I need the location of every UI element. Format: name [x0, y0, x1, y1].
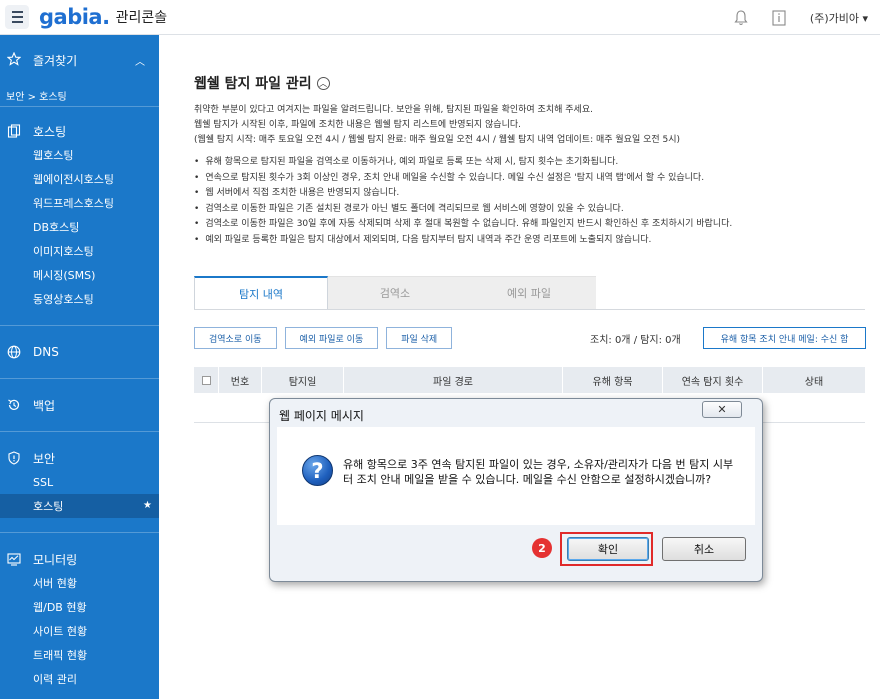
- dialog-message: 유해 항목으로 3주 연속 탐지된 파일이 있는 경우, 소유자/관리자가 다음…: [343, 458, 734, 486]
- sidebar-section-monitoring[interactable]: 모니터링: [0, 547, 159, 571]
- globe-icon: [7, 345, 21, 359]
- sidebar-item-security-hosting[interactable]: 호스팅 ★: [0, 494, 159, 518]
- description-line: (웹쉘 탐지 시작: 매주 토요일 오전 4시 / 웹쉘 탐지 완료: 매주 월…: [194, 135, 681, 145]
- description: 취약한 부분이 있다고 여겨지는 파일을 알려드립니다. 보안을 위해, 탐지된…: [194, 103, 680, 148]
- dialog-footer: 2 확인 취소: [277, 525, 755, 575]
- sidebar-section-security[interactable]: 보안: [0, 446, 159, 470]
- sidebar-section-hosting[interactable]: 호스팅: [0, 119, 159, 143]
- tab-detection-history[interactable]: 탐지 내역: [194, 276, 328, 309]
- sidebar-section-dns[interactable]: DNS: [0, 340, 159, 364]
- sidebar-item-server-status[interactable]: 서버 현황: [0, 571, 159, 595]
- dialog-body: ? 유해 항목으로 3주 연속 탐지된 파일이 있는 경우, 소유자/관리자가 …: [277, 427, 755, 525]
- main-content: 웹쉘 탐지 파일 관리 ︿ 취약한 부분이 있다고 여겨지는 파일을 알려드립니…: [159, 35, 880, 699]
- page-title: 웹쉘 탐지 파일 관리 ︿: [194, 73, 330, 93]
- column-header: 탐지일: [262, 367, 344, 393]
- notice-item: 유해 항목으로 탐지된 파일을 검역소로 이동하거나, 예외 파일로 등록 또는…: [194, 155, 732, 171]
- notice-item: 검역소로 이동한 파일은 기존 설치된 경로가 아닌 별도 폴더에 격리되므로 …: [194, 202, 732, 218]
- column-header: 상태: [804, 376, 824, 388]
- notification-mail-button[interactable]: 유해 항목 조치 안내 메일: 수신 함: [703, 327, 866, 349]
- logo[interactable]: gabia.: [39, 5, 110, 29]
- section-label: 백업: [33, 398, 56, 413]
- section-label: 모니터링: [33, 552, 78, 567]
- tab-bar: 탐지 내역 검역소 예외 파일: [194, 276, 596, 309]
- chevron-up-icon: ︿: [135, 56, 145, 68]
- menu-icon[interactable]: [5, 5, 29, 29]
- sidebar-item-traffic-status[interactable]: 트래픽 현황: [0, 643, 159, 667]
- sidebar-item-label: 호스팅: [33, 500, 64, 513]
- user-menu[interactable]: (주)가비아 ▾: [810, 10, 868, 26]
- page-title-text: 웹쉘 탐지 파일 관리: [194, 76, 312, 92]
- notice-item: 검역소로 이동한 파일은 30일 후에 자동 삭제되며 삭제 후 절대 복원할 …: [194, 217, 732, 233]
- section-label: DNS: [33, 345, 59, 359]
- tab-quarantine[interactable]: 검역소: [328, 276, 462, 309]
- cancel-button[interactable]: 취소: [662, 537, 746, 561]
- bell-icon[interactable]: [734, 9, 748, 26]
- notice-icon[interactable]: [772, 9, 786, 26]
- section-label: 보안: [33, 451, 56, 466]
- hosting-icon: [7, 124, 21, 138]
- sidebar: 즐겨찾기 ︿ 보안 > 호스팅 호스팅 웹호스팅 웹에이전시호스팅 워드프레스호…: [0, 35, 159, 699]
- sidebar-section-backup[interactable]: 백업: [0, 393, 159, 417]
- move-to-exception-button[interactable]: 예외 파일로 이동: [284, 327, 379, 349]
- tab-exception-files[interactable]: 예외 파일: [462, 276, 596, 309]
- notice-list: 유해 항목으로 탐지된 파일을 검역소로 이동하거나, 예외 파일로 등록 또는…: [194, 155, 732, 248]
- column-header: 번호: [219, 367, 262, 393]
- breadcrumb: 보안 > 호스팅: [0, 85, 159, 107]
- sidebar-item-ssl[interactable]: SSL: [0, 470, 159, 494]
- sidebar-item-image-hosting[interactable]: 이미지호스팅: [0, 239, 159, 263]
- sidebar-item-db-hosting[interactable]: DB호스팅: [0, 215, 159, 239]
- action-counts: 조치: 0개 / 탐지: 0개: [590, 335, 681, 346]
- sidebar-item-web-hosting[interactable]: 웹호스팅: [0, 143, 159, 167]
- description-line: 취약한 부분이 있다고 여겨지는 파일을 알려드립니다. 보안을 위해, 탐지된…: [194, 105, 593, 115]
- favorites-label: 즐겨찾기: [33, 53, 78, 68]
- section-label: 호스팅: [33, 124, 67, 139]
- console-title: 관리콘솔: [115, 10, 168, 26]
- close-icon[interactable]: ✕: [702, 401, 742, 418]
- description-line: 웹쉘 탐지가 시작된 이후, 파일에 조치한 내용은 웹쉘 탐지 리스트에 반영…: [194, 120, 521, 130]
- monitor-icon: [7, 552, 21, 566]
- column-header: 연속 탐지 횟수: [663, 367, 763, 393]
- chevron-up-icon[interactable]: ︿: [316, 76, 330, 90]
- dialog-title: 웹 페이지 메시지: [279, 409, 364, 423]
- sidebar-item-agency-hosting[interactable]: 웹에이전시호스팅: [0, 167, 159, 191]
- star-icon: [6, 51, 22, 69]
- notice-item: 예외 파일로 등록한 파일은 탐지 대상에서 제외되며, 다음 탐지부터 탐지 …: [194, 233, 732, 249]
- sidebar-item-video-hosting[interactable]: 동영상호스팅: [0, 287, 159, 311]
- column-header: 유해 항목: [563, 367, 663, 393]
- confirm-button[interactable]: 확인: [567, 537, 649, 561]
- move-to-quarantine-button[interactable]: 검역소로 이동: [194, 327, 277, 349]
- question-icon: ?: [302, 455, 333, 486]
- sidebar-item-web-db-status[interactable]: 웹/DB 현황: [0, 595, 159, 619]
- backup-icon: [7, 398, 21, 412]
- favorites-toggle[interactable]: 즐겨찾기 ︿: [0, 35, 159, 85]
- delete-file-button[interactable]: 파일 삭제: [386, 327, 453, 349]
- action-buttons: 검역소로 이동 예외 파일로 이동 파일 삭제: [194, 327, 453, 349]
- select-all-checkbox[interactable]: [201, 375, 211, 385]
- notice-item: 웹 서버에서 직접 조치한 내용은 반영되지 않습니다.: [194, 186, 732, 202]
- sidebar-item-wordpress-hosting[interactable]: 워드프레스호스팅: [0, 191, 159, 215]
- message-dialog: 웹 페이지 메시지 ✕ ? 유해 항목으로 3주 연속 탐지된 파일이 있는 경…: [269, 398, 763, 582]
- table-header: 번호 탐지일 파일 경로 유해 항목 연속 탐지 횟수 상태: [194, 367, 865, 393]
- sidebar-item-history[interactable]: 이력 관리: [0, 667, 159, 691]
- top-bar: gabia. 관리콘솔 (주)가비아 ▾: [0, 0, 880, 35]
- step-badge: 2: [532, 538, 552, 558]
- favorite-star-icon[interactable]: ★: [143, 500, 152, 511]
- shield-icon: [7, 451, 21, 465]
- notice-item: 연속으로 탐지된 횟수가 3회 이상인 경우, 조치 안내 메일을 수신할 수 …: [194, 171, 732, 187]
- sidebar-item-site-status[interactable]: 사이트 현황: [0, 619, 159, 643]
- sidebar-item-sms[interactable]: 메시징(SMS): [0, 263, 159, 287]
- column-header: 파일 경로: [344, 367, 563, 393]
